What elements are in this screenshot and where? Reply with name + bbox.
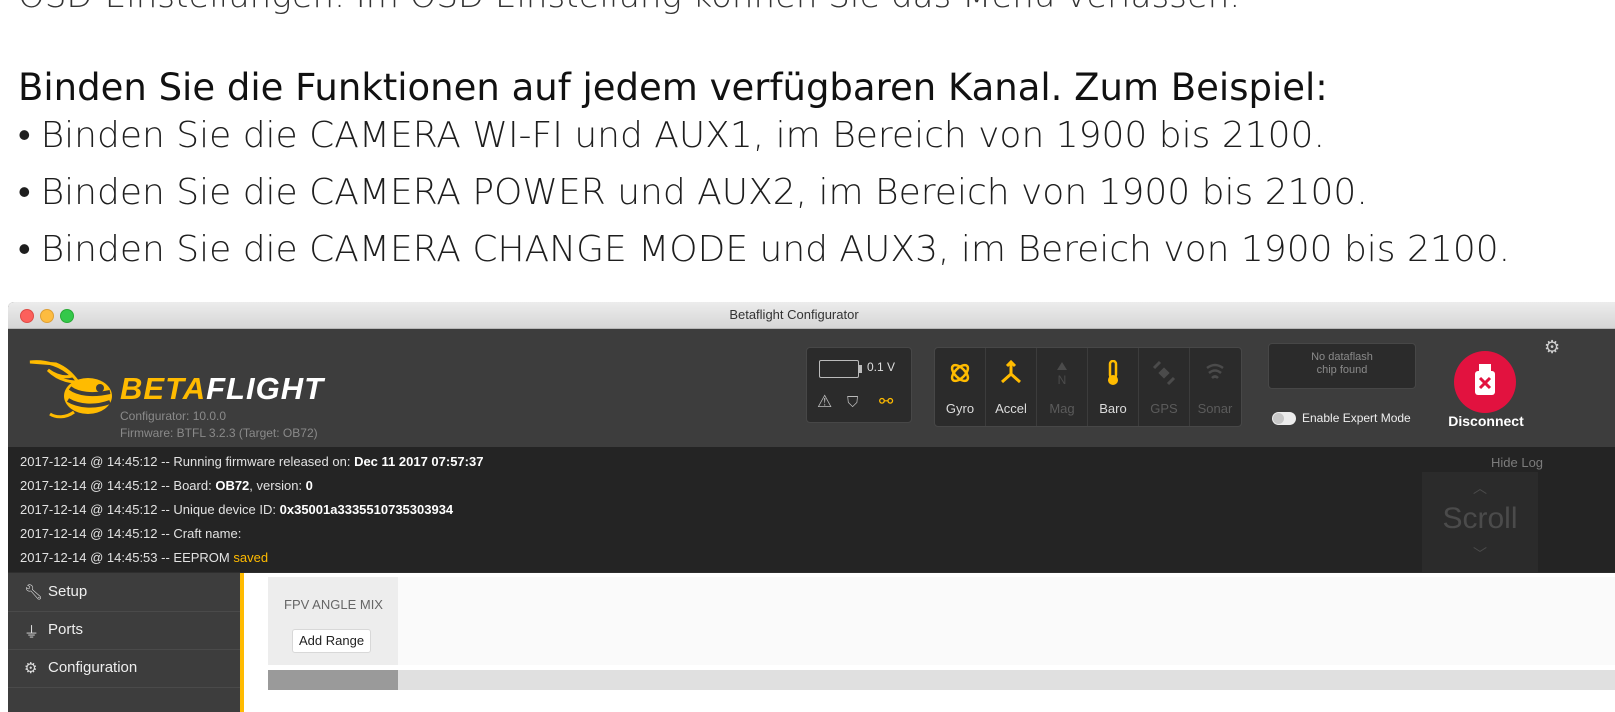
gps-icon [1152, 360, 1176, 386]
bullet-text: Binden Sie die CAMERA CHANGE MODE und AU… [40, 229, 1511, 270]
log-text: , version: [249, 478, 306, 493]
bullet-dot: • [18, 172, 31, 213]
sensor-label: Mag [1049, 401, 1075, 416]
wrench-icon: 🔧︎ [24, 584, 44, 601]
log-line: 2017-12-14 @ 14:45:53 -- EEPROM saved [20, 550, 268, 565]
mode-panel: FPV ANGLE MIX Add Range [268, 577, 398, 665]
log-text: 2017-12-14 @ 14:45:12 -- Running firmwar… [20, 454, 355, 469]
log-bold-value: 0 [305, 478, 313, 493]
battery-icon [819, 360, 862, 378]
brand-part-flight: FLIGHT [206, 371, 325, 406]
parachute-icon: ⛉ [847, 394, 859, 411]
bullet-dot: • [18, 115, 31, 156]
app-header: BETAFLIGHT Configurator: 10.0.0 Firmware… [8, 329, 1615, 447]
log-bold-value: OB72 [215, 478, 250, 493]
expert-mode-label: Enable Expert Mode [1302, 411, 1411, 425]
log-bold-value: Dec 11 2017 07:57:37 [354, 454, 484, 469]
sonar-icon [1206, 363, 1224, 379]
modes-content: FPV ANGLE MIX Add Range [244, 573, 1615, 712]
baro-icon [1108, 360, 1118, 385]
dataflash-status-line1: No dataflash [1311, 351, 1373, 363]
firmware-version: Firmware: BTFL 3.2.3 (Target: OB72) [120, 426, 318, 440]
mode-row [268, 670, 1615, 690]
brand-part-beta: BETA [120, 371, 207, 406]
title-bar: Betaflight Configurator [8, 302, 1615, 329]
sidebar-item-setup[interactable]: 🔧︎ Setup [8, 573, 240, 612]
sidebar-item-configuration[interactable]: ⚙ Configuration [8, 649, 240, 688]
usb-disconnect-icon [1475, 364, 1495, 395]
expert-mode-toggle[interactable] [1272, 412, 1296, 425]
scroll-label: Scroll [1442, 502, 1518, 535]
sensor-baro: Baro [1088, 348, 1139, 426]
document-bullet: • Binden Sie die CAMERA WI-FI und AUX1, i… [18, 114, 1325, 156]
log-bold-value: 0x35001a3335510735303934 [279, 502, 454, 517]
sensor-label: Sonar [1197, 401, 1233, 416]
configurator-version: Configurator: 10.0.0 [120, 409, 227, 423]
sidebar-item-label: Ports [48, 621, 84, 638]
gyro-icon [950, 363, 970, 383]
link-icon: ⚯ [879, 392, 894, 411]
log-line: 2017-12-14 @ 14:45:12 -- Unique device I… [20, 502, 453, 517]
document-bullet: • Binden Sie die CAMERA CHANGE MODE und A… [18, 228, 1510, 270]
hide-log-link[interactable]: Hide Log [1491, 455, 1543, 470]
sensor-label: Accel [995, 401, 1027, 416]
sidebar-item-label: Setup [48, 583, 88, 600]
document-bullet: • Binden Sie die CAMERA POWER und AUX2, i… [18, 171, 1368, 213]
log-text: 2017-12-14 @ 14:45:12 -- Craft name: [20, 526, 242, 541]
sensor-gps: GPS [1139, 348, 1190, 426]
accel-icon [1001, 360, 1021, 384]
mode-row-header [268, 670, 398, 690]
sensor-accel: Accel [986, 348, 1037, 426]
document-heading: Binden Sie die Funktionen auf jedem verf… [18, 66, 1328, 109]
mode-range-area [398, 577, 1615, 665]
window-title: Betaflight Configurator [729, 307, 859, 322]
bullet-text: Binden Sie die CAMERA POWER und AUX2, im… [40, 172, 1368, 213]
sensor-mag: N Mag [1037, 348, 1088, 426]
log-line: 2017-12-14 @ 14:45:12 -- Running firmwar… [20, 454, 483, 469]
sensor-label: GPS [1150, 401, 1178, 416]
sensor-sonar: Sonar [1190, 348, 1240, 426]
app-window: Betaflight Configurator BETAFLIGHT Confi… [8, 302, 1615, 712]
disconnect-button[interactable] [1454, 351, 1516, 413]
sidebar-item-label: Configuration [48, 659, 138, 676]
warning-icon: ⚠ [817, 392, 833, 411]
sensor-gyro: Gyro [935, 348, 986, 426]
bullet-text: Binden Sie die CAMERA WI-FI und AUX1, im… [40, 115, 1325, 156]
svg-text:N: N [1058, 373, 1067, 386]
mag-icon: N [1057, 362, 1067, 386]
chevron-down-icon: ﹀ [1473, 546, 1487, 562]
add-range-button[interactable]: Add Range [292, 629, 372, 653]
battery-voltage: 0.1 V [867, 360, 896, 374]
dataflash-status: No dataflash chip found [1268, 343, 1416, 389]
sensor-label: Gyro [945, 401, 975, 416]
chevron-up-icon: ︿ [1473, 480, 1487, 496]
sensor-label: Baro [1099, 401, 1127, 416]
mode-name: FPV ANGLE MIX [284, 597, 383, 612]
sidebar: 🔧︎ Setup ⏚ Ports ⚙ Configuration [8, 573, 240, 712]
plug-icon: ⏚ [24, 624, 40, 641]
dataflash-status-line2: chip found [1316, 364, 1368, 376]
log-line: 2017-12-14 @ 14:45:12 -- Board: OB72, ve… [20, 478, 313, 493]
gear-icon: ⚙ [24, 660, 38, 677]
log-text: 2017-12-14 @ 14:45:12 -- Board: [20, 478, 216, 493]
bee-logo-icon [29, 360, 112, 419]
log-line: 2017-12-14 @ 14:45:12 -- Craft name: [20, 526, 241, 541]
battery-status-panel: 0.1 V ⚠ ⛉ ⚯ [806, 347, 912, 423]
brand-logo-text: BETAFLIGHT [120, 371, 324, 407]
sensor-status-panel: Gyro Accel N Mag Baro GPS Sonar [934, 347, 1242, 427]
log-panel: 2017-12-14 @ 14:45:12 -- Running firmwar… [8, 447, 1615, 572]
document-intro-line: OSD-Einstellungen. Im OSD Einstellung kö… [18, 0, 1240, 16]
settings-gear-icon[interactable]: ⚙ [1544, 337, 1560, 358]
log-text: 2017-12-14 @ 14:45:12 -- Unique device I… [20, 502, 280, 517]
log-scroll-toggle[interactable]: ︿ Scroll ﹀ [1422, 472, 1538, 572]
bullet-dot: • [18, 229, 31, 270]
sidebar-item-ports[interactable]: ⏚ Ports [8, 611, 240, 650]
log-highlight-value: saved [233, 550, 269, 565]
log-text: 2017-12-14 @ 14:45:53 -- EEPROM [20, 550, 234, 565]
disconnect-label: Disconnect [1448, 413, 1524, 429]
